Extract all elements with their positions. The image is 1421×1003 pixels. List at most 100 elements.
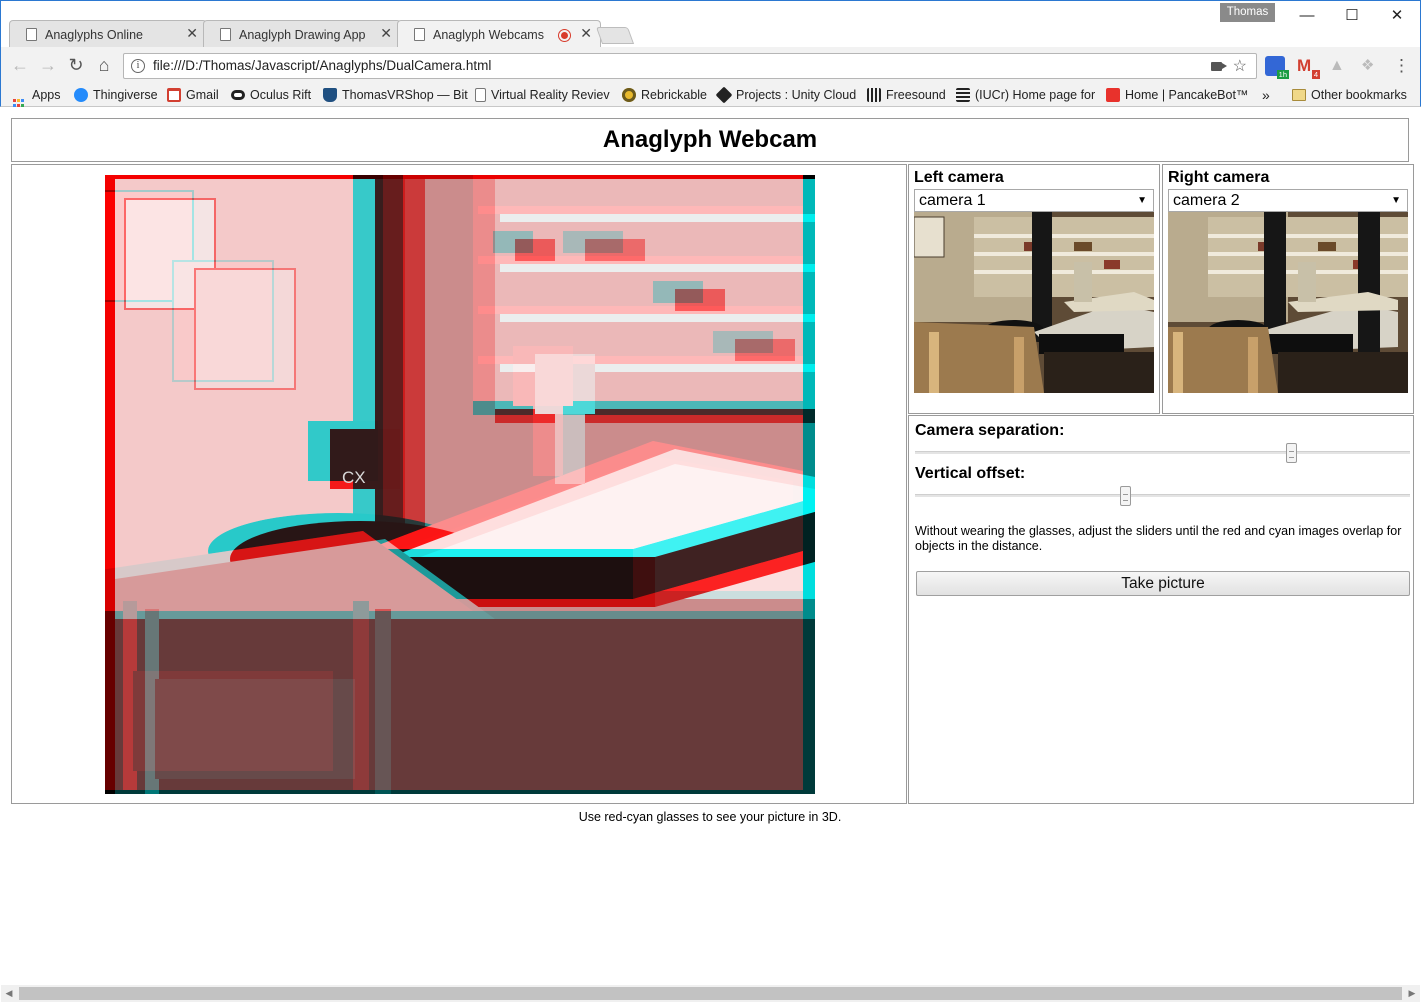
gmail-extension-icon[interactable]: M 4 [1297, 56, 1320, 79]
page-icon [475, 88, 486, 102]
bookmark-label: Home | PancakeBot™ [1125, 88, 1249, 102]
controls-panel: Camera separation: Vertical offset: With… [908, 415, 1414, 804]
bookmark-star-icon[interactable]: ☆ [1233, 56, 1247, 76]
bookmark-label: Apps [32, 88, 61, 102]
home-button[interactable]: ⌂ [93, 54, 115, 76]
recording-indicator-icon [559, 30, 570, 41]
bookmark-virtual-reality-review[interactable]: Virtual Reality Reviev [475, 86, 610, 104]
scroll-left-arrow-icon[interactable]: ◀ [1, 985, 17, 1002]
right-camera-panel: Right camera camera 2 ▼ [1162, 164, 1414, 414]
browser-menu-icon[interactable]: ⋮ [1393, 56, 1410, 76]
browser-toolbar: ← → ↻ ⌂ i file:///D:/Thomas/Javascript/A… [0, 47, 1421, 83]
bookmark-freesound[interactable]: Freesound [867, 86, 946, 104]
tab-close-icon[interactable]: ✕ [380, 25, 392, 42]
left-camera-panel: Left camera camera 1 ▼ [908, 164, 1160, 414]
bookmark-other-bookmarks[interactable]: Other bookmarks [1292, 86, 1407, 104]
bookmark-iucr[interactable]: (IUCr) Home page for [956, 86, 1095, 104]
bookmark-label: Oculus Rift [250, 88, 312, 102]
chat-extension-icon[interactable]: 1h [1265, 56, 1289, 79]
page-icon [26, 28, 37, 41]
bookmark-thingiverse[interactable]: Thingiverse [74, 86, 158, 104]
tab-anaglyph-drawing-app[interactable]: Anaglyph Drawing App ✕ [203, 20, 401, 48]
tab-label: Anaglyphs Online [45, 28, 143, 42]
bookmark-label: Other bookmarks [1311, 88, 1407, 102]
minimize-button[interactable]: — [1284, 3, 1330, 29]
unity-icon [715, 86, 733, 104]
left-camera-selected-value: camera 1 [919, 192, 986, 209]
slider-thumb[interactable] [1286, 443, 1298, 463]
camera-separation-slider[interactable] [915, 443, 1410, 463]
tab-close-icon[interactable]: ✕ [580, 25, 592, 42]
gmail-glyph: M [1297, 56, 1312, 75]
page-icon [220, 28, 231, 41]
forward-button[interactable]: → [37, 54, 59, 76]
tab-anaglyph-webcams[interactable]: Anaglyph Webcams ✕ [397, 20, 601, 49]
address-bar[interactable]: i file:///D:/Thomas/Javascript/Anaglyphs… [123, 53, 1257, 79]
bookmark-label: Thingiverse [93, 88, 158, 102]
bookmark-label: (IUCr) Home page for [975, 88, 1096, 102]
bookmark-oculus-rift[interactable]: Oculus Rift [231, 86, 311, 104]
camera-in-use-icon[interactable] [1211, 62, 1222, 71]
oculus-icon [231, 90, 245, 100]
bookmark-gmail[interactable]: Gmail [167, 86, 219, 104]
bookmarks-overflow-button[interactable]: » [1262, 86, 1270, 104]
drive-extension-icon[interactable]: ▲ [1329, 56, 1349, 76]
scroll-right-arrow-icon[interactable]: ▶ [1404, 985, 1420, 1002]
svg-text:CX: CX [342, 468, 366, 487]
dropdown-arrow-icon: ▼ [1137, 195, 1147, 206]
bookmarks-bar: Apps Thingiverse Gmail Oculus Rift Thoma… [0, 83, 1421, 112]
maximize-button[interactable]: ☐ [1329, 3, 1375, 29]
url-text[interactable]: file:///D:/Thomas/Javascript/Anaglyphs/D… [153, 58, 491, 73]
take-picture-button[interactable]: Take picture [916, 571, 1410, 596]
vertical-offset-slider[interactable] [915, 486, 1410, 506]
bookmark-label: ThomasVRShop — Bit [342, 88, 468, 102]
gmail-icon [167, 88, 181, 102]
dropdown-arrow-icon: ▼ [1391, 195, 1401, 206]
bookmark-rebrickable[interactable]: Rebrickable [622, 86, 707, 104]
back-button[interactable]: ← [9, 54, 31, 76]
bookmark-pancakebot[interactable]: Home | PancakeBot™ [1106, 86, 1248, 104]
bookmark-label: Projects : Unity Cloud [736, 88, 857, 102]
right-camera-selected-value: camera 2 [1173, 192, 1240, 209]
camera-separation-label: Camera separation: [915, 422, 1065, 439]
profile-button[interactable]: Thomas [1220, 3, 1275, 22]
tab-close-icon[interactable]: ✕ [186, 25, 198, 42]
bookmark-label: Gmail [186, 88, 219, 102]
horizontal-scrollbar[interactable]: ◀ ▶ [1, 985, 1420, 1002]
iucr-icon [956, 88, 970, 102]
bookmark-label: Rebrickable [641, 88, 708, 102]
folder-icon [1292, 89, 1306, 101]
bitbucket-icon [323, 88, 337, 102]
tab-label: Anaglyph Webcams [433, 28, 544, 42]
bookmark-label: Freesound [886, 88, 946, 102]
close-window-button[interactable]: ✕ [1374, 3, 1420, 29]
bookmark-label: Virtual Reality Reviev [491, 88, 610, 102]
page-content: Anaglyph Webcam CX Left camera camera 1 … [1, 108, 1420, 985]
bookmark-thomasvrshop[interactable]: ThomasVRShop — Bit [323, 86, 468, 104]
new-tab-button[interactable] [595, 27, 635, 44]
page-header: Anaglyph Webcam [11, 118, 1409, 162]
scrollbar-thumb[interactable] [19, 987, 1402, 1000]
bookmark-unity-cloud[interactable]: Projects : Unity Cloud [715, 86, 857, 104]
tab-label: Anaglyph Drawing App [239, 28, 366, 42]
reload-button[interactable]: ↻ [65, 54, 87, 76]
freesound-icon [867, 88, 881, 102]
tab-anaglyphs-online[interactable]: Anaglyphs Online ✕ [9, 20, 207, 48]
left-camera-select[interactable]: camera 1 ▼ [914, 189, 1154, 212]
bookmark-apps[interactable]: Apps [13, 86, 61, 112]
anaglyph-view-cell: CX [11, 164, 907, 804]
slider-thumb[interactable] [1120, 486, 1132, 506]
left-camera-title: Left camera [914, 169, 1004, 186]
gmail-badge: 4 [1311, 70, 1320, 79]
anaglyph-image: CX [105, 175, 815, 794]
chat-badge: 1h [1276, 70, 1289, 79]
site-info-icon[interactable]: i [131, 59, 145, 73]
footer-note: Use red-cyan glasses to see your picture… [578, 810, 842, 824]
left-camera-feed [914, 212, 1154, 393]
dropbox-extension-icon[interactable]: ❖ [1361, 56, 1381, 76]
instructions-text: Without wearing the glasses, adjust the … [915, 524, 1402, 553]
thingiverse-icon [74, 88, 88, 102]
window-titlebar: Anaglyphs Online ✕ Anaglyph Drawing App … [0, 0, 1421, 49]
slider-track [915, 494, 1410, 497]
right-camera-select[interactable]: camera 2 ▼ [1168, 189, 1408, 212]
